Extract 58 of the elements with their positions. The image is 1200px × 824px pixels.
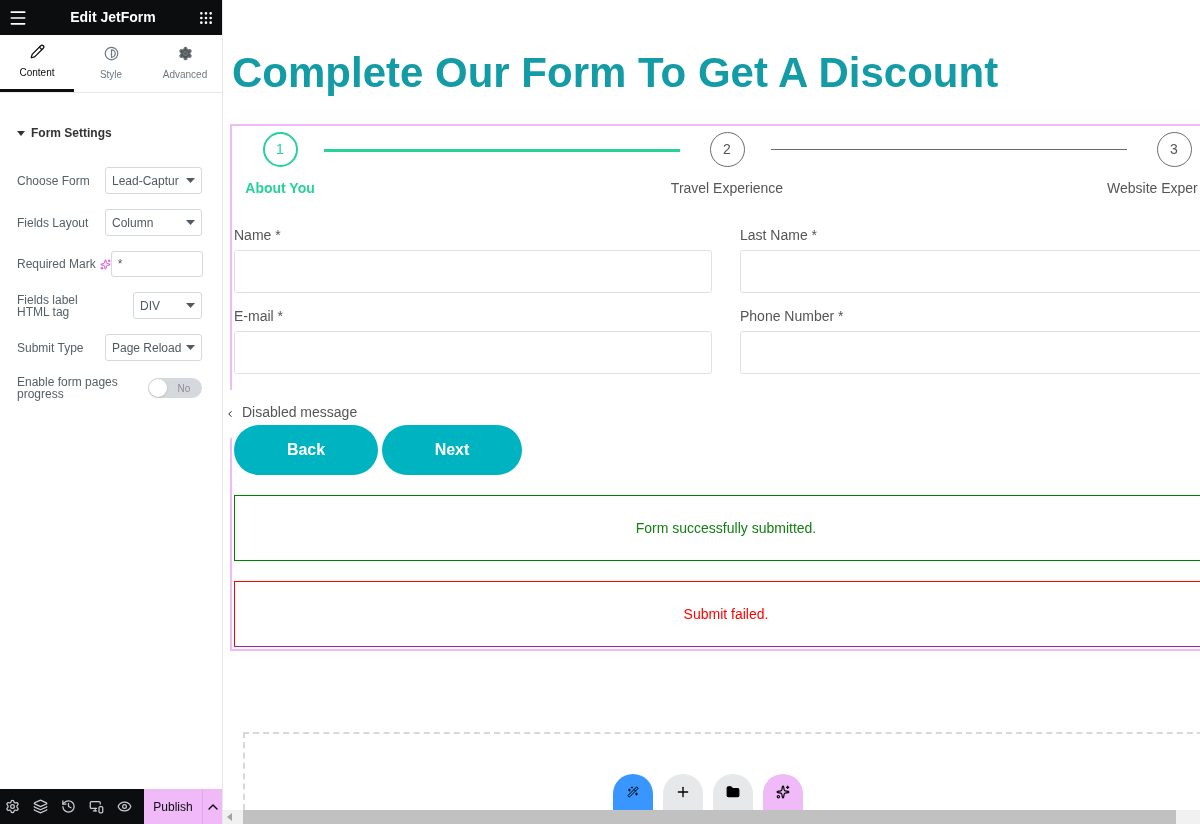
publish-button[interactable]: Publish	[144, 789, 202, 824]
select-field[interactable]: Column	[105, 209, 202, 236]
input-field[interactable]	[234, 331, 712, 374]
caret-icon	[186, 303, 195, 308]
magic-wand-icon	[627, 786, 639, 798]
step-label: Website Exper	[1107, 179, 1198, 198]
add-section-button[interactable]	[663, 774, 703, 810]
chevron-left-icon	[225, 409, 235, 419]
layers-icon[interactable]	[33, 799, 48, 814]
gear-icon	[177, 45, 193, 61]
preview-icon[interactable]	[117, 799, 132, 814]
input-field[interactable]	[234, 250, 712, 293]
control-label: Fields label HTML tag	[17, 293, 79, 318]
control-label: Required Mark	[17, 256, 96, 273]
select-field[interactable]: Page Reload	[105, 334, 202, 361]
control-label: Fields Layout	[17, 216, 90, 229]
settings-icon[interactable]	[5, 799, 20, 814]
section-header[interactable]: Form Settings	[17, 124, 205, 142]
caret-icon	[186, 178, 195, 183]
control-label: Enable form pages progress	[17, 376, 119, 400]
caret-icon	[186, 220, 195, 225]
apps-grid-icon[interactable]	[198, 9, 214, 26]
pencil-icon	[29, 44, 45, 59]
ai-sparkle-button[interactable]	[763, 774, 803, 810]
page-heading: Complete Our Form To Get A Discount	[232, 48, 1000, 98]
field-label: E-mail *	[234, 307, 284, 326]
contrast-icon	[103, 45, 119, 61]
plus-icon	[675, 784, 691, 800]
input-field[interactable]	[740, 250, 1200, 293]
disabled-message: Disabled message	[242, 403, 358, 422]
horizontal-scrollbar[interactable]	[223, 810, 1200, 824]
caret-icon	[186, 345, 195, 350]
panel-tab[interactable]: Advanced	[148, 35, 222, 92]
select-field[interactable]: Lead-Captur	[105, 167, 202, 194]
step-label: About You	[245, 179, 315, 198]
caret-icon	[17, 130, 25, 136]
input-field[interactable]	[740, 331, 1200, 374]
history-icon[interactable]	[61, 799, 76, 814]
sparkle-icon	[776, 785, 790, 799]
text-field[interactable]: *	[110, 251, 203, 277]
field-label: Name *	[234, 226, 282, 245]
responsive-icon[interactable]	[89, 799, 104, 814]
publish-options-button[interactable]	[202, 789, 222, 824]
control-label: Choose Form	[17, 174, 91, 187]
panel-tab[interactable]: Style	[74, 35, 148, 92]
panel-tab[interactable]: Content	[0, 35, 74, 92]
panel-title: Edit JetForm	[70, 8, 156, 27]
template-folder-button[interactable]	[713, 774, 753, 810]
field-label: Phone Number *	[740, 307, 845, 326]
ai-sparkle-icon[interactable]	[99, 258, 111, 270]
error-message: Submit failed.	[234, 581, 1200, 647]
field-label: Last Name *	[740, 226, 819, 245]
select-field[interactable]: DIV	[133, 292, 202, 319]
control-label: Submit Type	[17, 341, 85, 354]
ai-wand-button[interactable]	[613, 774, 653, 810]
folder-icon	[726, 785, 740, 799]
success-message: Form successfully submitted.	[234, 495, 1200, 561]
step-label: Travel Experience	[670, 179, 784, 198]
